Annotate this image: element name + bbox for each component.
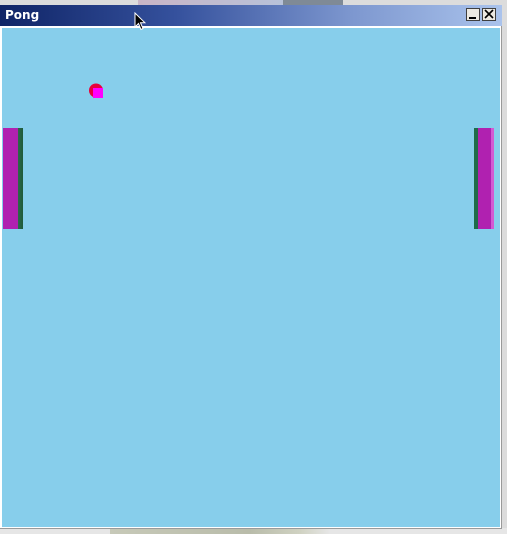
right-paddle (474, 128, 494, 229)
left-paddle (3, 128, 23, 229)
minimize-icon (469, 17, 476, 19)
pong-window: Pong (0, 5, 502, 529)
window-titlebar[interactable]: Pong (0, 5, 502, 26)
window-title: Pong (5, 8, 40, 22)
game-canvas[interactable] (2, 28, 500, 527)
minimize-button[interactable] (466, 8, 480, 21)
mouse-pointer-icon (134, 12, 146, 31)
ball (89, 83, 103, 98)
close-button[interactable] (482, 8, 496, 21)
close-icon (484, 9, 494, 19)
